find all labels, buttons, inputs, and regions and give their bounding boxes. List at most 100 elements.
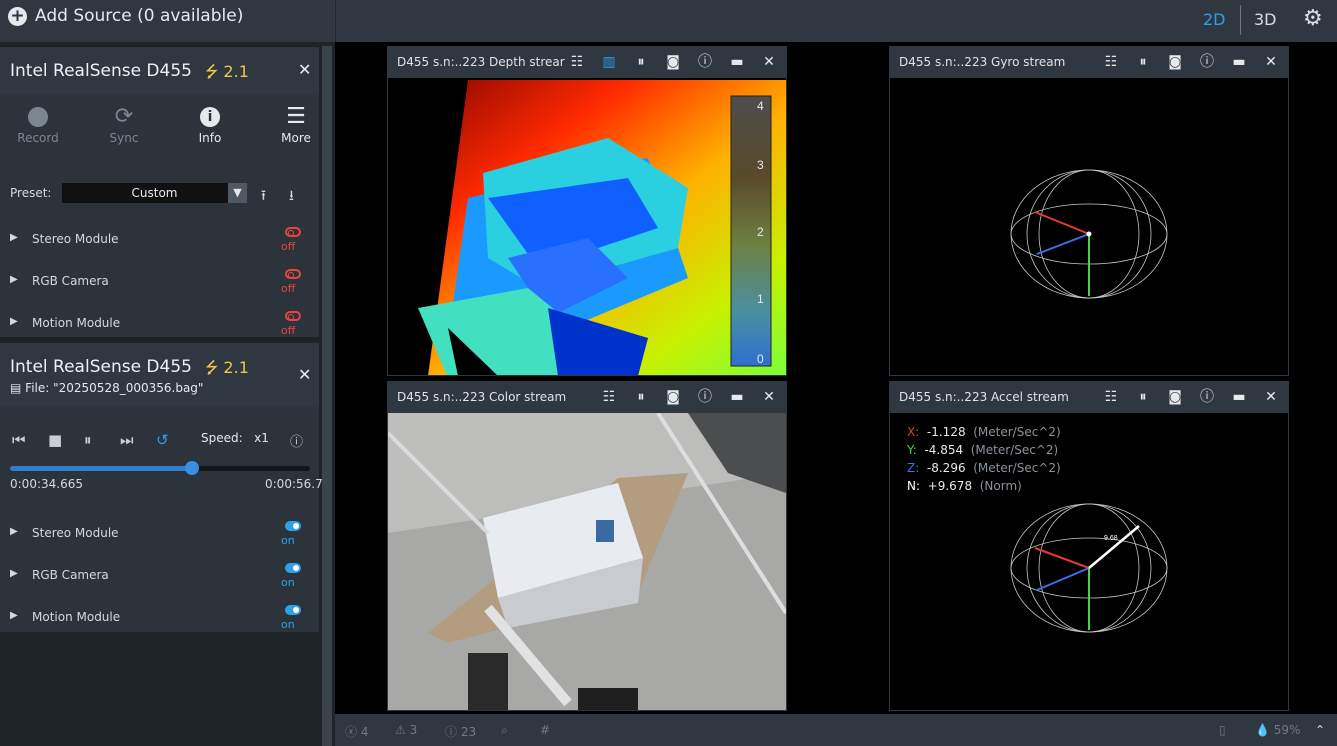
usb-version: 2.1 [223,62,249,81]
module-name: Stereo Module [32,232,119,246]
options-icon[interactable]: ☷ [1102,387,1120,407]
maximize-icon[interactable]: ▬ [1230,52,1248,72]
speed-label: Speed: [201,431,243,445]
module-toggle[interactable] [285,521,301,531]
maximize-icon[interactable]: ▬ [1230,387,1248,407]
stream-header: D455 s.n:..223 Depth strear ☷ ▥ ⏸ ◙ ⓘ ▬ … [388,47,786,78]
usb-version: 2.1 [223,358,249,377]
seek-bar[interactable] [10,461,310,475]
expand-icon[interactable]: ▶ [10,610,18,621]
expand-icon[interactable]: ▶ [10,526,18,537]
info-icon[interactable]: ⓘ [696,52,714,72]
info-icon[interactable]: ⓘ [696,387,714,407]
preset-select[interactable]: Custom [62,183,247,203]
record-label: Record [17,131,59,145]
norm-label: 9.68 [1104,535,1118,542]
expand-icon[interactable]: ▶ [10,274,18,285]
close-icon[interactable]: ✕ [1262,387,1280,407]
camera-icon[interactable]: ◙ [664,52,682,72]
pause-icon[interactable]: ⏸ [84,431,92,449]
close-icon[interactable]: ✕ [1262,52,1280,72]
close-icon[interactable]: ✕ [760,52,778,72]
info-icon[interactable]: ⓘ [1198,52,1216,72]
module-row-motion[interactable]: ▶ Motion Module off [0,308,319,348]
colorbar-tick: 1 [757,292,764,306]
info-icon[interactable]: ⓘ [1198,387,1216,407]
usb-icon: ⭍ [205,62,219,81]
sync-icon: ⟳ [114,104,134,129]
histogram-icon[interactable]: ▥ [600,52,618,72]
sync-button[interactable]: ⟳ Sync [94,103,154,145]
stream-title: D455 s.n:..223 Accel stream [899,390,1069,404]
gear-icon[interactable]: ⚙ [1303,6,1323,31]
chevron-down-icon[interactable]: ▼ [228,183,247,203]
pause-icon[interactable]: ⏸ [1134,52,1152,72]
warning-count[interactable]: ⚠ 3 [395,723,417,737]
close-icon[interactable]: ✕ [298,60,311,79]
chevron-up-icon[interactable]: ⌃ [1315,723,1325,737]
options-icon[interactable]: ☷ [568,52,586,72]
module-row-stereo[interactable]: ▶ Stereo Module off [0,224,319,264]
expand-icon[interactable]: ▶ [10,316,18,327]
module-row-stereo[interactable]: ▶ Stereo Module on [0,518,319,558]
skip-back-icon[interactable]: ⏮ [12,431,26,449]
more-button[interactable]: ☰ More [266,103,326,145]
hash-icon[interactable]: # [540,723,550,737]
module-toggle[interactable] [285,311,301,321]
menu-icon: ☰ [286,104,306,129]
record-button[interactable]: Record [8,103,68,145]
stop-icon[interactable]: ■ [48,431,62,449]
pause-icon[interactable]: ⏸ [1134,387,1152,407]
seek-handle[interactable] [184,461,199,475]
error-icon: ⓧ [345,725,358,739]
expand-icon[interactable]: ▶ [10,568,18,579]
search-icon[interactable]: ⌕ [501,723,508,738]
time-total: 0:00:56.7 [265,477,323,491]
pause-icon[interactable]: ⏸ [632,52,650,72]
add-source-button[interactable]: + Add Source (0 available) [8,6,243,26]
camera-icon[interactable]: ◙ [664,387,682,407]
module-toggle[interactable] [285,605,301,615]
warning-count-value: 3 [409,723,418,737]
skip-forward-icon[interactable]: ⏭ [120,431,134,449]
options-icon[interactable]: ☷ [1102,52,1120,72]
close-icon[interactable]: ✕ [760,387,778,407]
maximize-icon[interactable]: ▬ [728,52,746,72]
device-name: Intel RealSense D455 [10,61,192,81]
options-icon[interactable]: ☷ [600,387,618,407]
module-toggle[interactable] [285,563,301,573]
plus-icon: + [8,6,27,26]
camera-icon[interactable]: ◙ [1166,52,1184,72]
stream-title: D455 s.n:..223 Depth strear [397,55,565,69]
module-toggle[interactable] [285,227,301,237]
module-name: RGB Camera [32,274,109,288]
view-2d-button[interactable]: 2D [1203,10,1226,29]
view-3d-button[interactable]: 3D [1254,10,1277,29]
error-count-value: 4 [360,725,369,739]
record-icon [8,103,68,131]
camera-icon[interactable]: ◙ [1166,387,1184,407]
module-state: on [281,534,295,547]
info-button[interactable]: i Info [180,103,240,145]
maximize-icon[interactable]: ▬ [728,387,746,407]
module-toggle[interactable] [285,269,301,279]
info-icon[interactable]: ⓘ [290,431,303,450]
module-row-rgb[interactable]: ▶ RGB Camera on [0,560,319,600]
speed-control[interactable]: Speed: x1 [201,431,269,445]
panel-scrollbar[interactable] [322,46,332,746]
expand-icon[interactable]: ▶ [10,232,18,243]
upload-icon[interactable]: ⭱ [261,185,266,209]
close-icon[interactable]: ✕ [298,365,311,384]
view-separator [1240,5,1241,35]
module-row-rgb[interactable]: ▶ RGB Camera off [0,266,319,306]
info-count[interactable]: ⓘ 23 [445,723,476,740]
loop-icon[interactable]: ↺ [156,431,169,449]
error-count[interactable]: ⓧ 4 [345,723,368,740]
add-source-label: Add Source (0 available) [35,6,244,26]
pause-icon[interactable]: ⏸ [632,387,650,407]
module-row-motion[interactable]: ▶ Motion Module on [0,602,319,642]
colorbar-tick: 0 [757,352,764,366]
info-icon: ⓘ [445,725,458,739]
download-icon[interactable]: ⭳ [289,185,294,209]
stream-title: D455 s.n:..223 Color stream [397,390,567,404]
